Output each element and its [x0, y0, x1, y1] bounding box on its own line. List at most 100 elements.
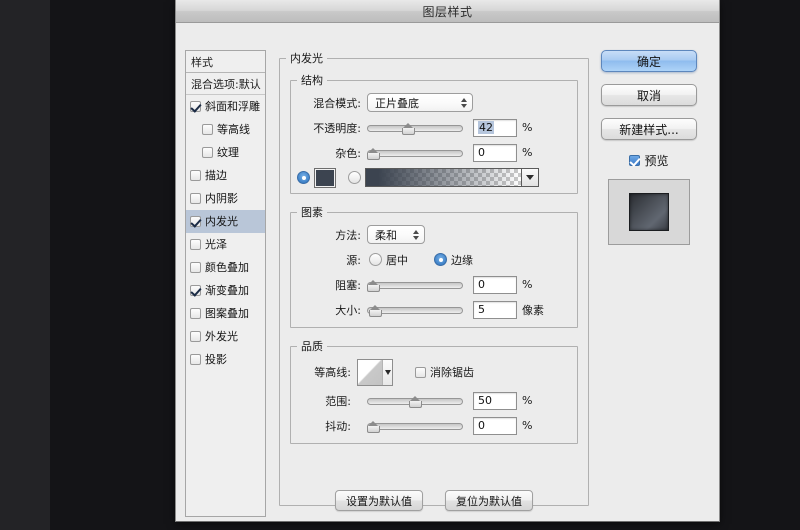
- sidebar-item-6[interactable]: 光泽: [186, 233, 265, 256]
- preview-label: 预览: [644, 154, 669, 168]
- inner-glow-panel: 内发光 结构 混合模式: 正片叠底 不透明度: 42 % 杂色: 0 % 图素 …: [279, 50, 589, 517]
- opacity-input[interactable]: 42: [473, 118, 517, 137]
- opacity-label: 不透明度:: [313, 121, 361, 135]
- desktop-left-strip: [0, 0, 50, 530]
- contour-dropdown-arrow-icon[interactable]: [383, 359, 392, 385]
- jitter-value: 0: [478, 419, 485, 432]
- sidebar-item-checkbox[interactable]: [190, 262, 201, 273]
- opacity-value: 42: [478, 121, 494, 134]
- sidebar-item-3[interactable]: 描边: [186, 164, 265, 187]
- glow-color-swatch[interactable]: [314, 167, 336, 188]
- sidebar-item-1[interactable]: 等高线: [186, 118, 265, 141]
- opacity-slider-thumb[interactable]: [401, 122, 415, 135]
- jitter-slider[interactable]: [367, 418, 463, 434]
- antialias-checkbox[interactable]: [415, 366, 426, 378]
- sidebar-item-label: 光泽: [205, 238, 227, 251]
- structure-legend: 结构: [301, 74, 323, 87]
- noise-slider[interactable]: [367, 145, 463, 161]
- sidebar-item-checkbox[interactable]: [190, 101, 201, 112]
- jitter-label: 抖动:: [325, 419, 351, 433]
- size-unit: 像素: [522, 303, 544, 317]
- noise-input[interactable]: 0: [473, 143, 517, 162]
- sidebar-item-checkbox[interactable]: [202, 147, 213, 158]
- source-edge-option[interactable]: 边缘: [434, 252, 473, 268]
- size-slider[interactable]: [367, 302, 463, 318]
- ok-button[interactable]: 确定: [601, 50, 697, 72]
- sidebar-item-label: 渐变叠加: [205, 284, 249, 297]
- noise-row: 杂色: 0 %: [291, 140, 577, 165]
- sidebar-item-4[interactable]: 内阴影: [186, 187, 265, 210]
- style-preview-swatch: [629, 193, 669, 231]
- stepper-arrows-icon: [413, 229, 419, 240]
- jitter-unit: %: [522, 419, 533, 432]
- cancel-button[interactable]: 取消: [601, 84, 697, 106]
- reset-default-button[interactable]: 复位为默认值: [445, 490, 533, 511]
- sidebar-item-label: 描边: [205, 169, 227, 182]
- structure-group: 结构 混合模式: 正片叠底 不透明度: 42 % 杂色: 0 %: [290, 72, 578, 194]
- range-label: 范围:: [325, 394, 351, 408]
- gradient-picker-arrow-icon[interactable]: [522, 168, 539, 187]
- blend-mode-select[interactable]: 正片叠底: [367, 93, 473, 112]
- range-slider[interactable]: [367, 393, 463, 409]
- jitter-slider-thumb[interactable]: [367, 420, 380, 433]
- source-center-option[interactable]: 居中: [369, 252, 408, 268]
- range-row: 范围: 50 %: [291, 388, 577, 413]
- sidebar-item-5[interactable]: 内发光: [186, 210, 265, 233]
- sidebar-item-blending-options[interactable]: 混合选项:默认: [186, 73, 265, 95]
- choke-slider[interactable]: [367, 277, 463, 293]
- range-slider-thumb[interactable]: [408, 395, 422, 408]
- choke-slider-track: [367, 281, 463, 289]
- sidebar-item-11[interactable]: 投影: [186, 348, 265, 371]
- technique-row: 方法: 柔和: [291, 222, 577, 247]
- noise-label: 杂色:: [335, 146, 361, 160]
- noise-slider-thumb[interactable]: [367, 147, 380, 160]
- choke-slider-thumb[interactable]: [367, 279, 380, 292]
- new-style-button[interactable]: 新建样式...: [601, 118, 697, 140]
- glow-color-radio[interactable]: [297, 171, 310, 184]
- sidebar-item-0[interactable]: 斜面和浮雕: [186, 95, 265, 118]
- screen: 图层样式 样式 混合选项:默认 斜面和浮雕 等高线 纹理 描边 内阴影 内发光 光泽 颜色叠加…: [0, 0, 800, 530]
- sidebar-item-checkbox[interactable]: [190, 285, 201, 296]
- sidebar-item-checkbox[interactable]: [190, 216, 201, 227]
- sidebar-item-checkbox[interactable]: [190, 170, 201, 181]
- preview-checkbox[interactable]: [629, 155, 641, 166]
- range-input[interactable]: 50: [473, 391, 517, 410]
- contour-picker[interactable]: [357, 358, 393, 386]
- size-slider-thumb[interactable]: [368, 304, 382, 317]
- source-center-label: 居中: [386, 253, 408, 267]
- inner-glow-content: 结构 混合模式: 正片叠底 不透明度: 42 % 杂色: 0 % 图素 方法: …: [280, 66, 588, 511]
- sidebar-item-7[interactable]: 颜色叠加: [186, 256, 265, 279]
- opacity-slider-track: [367, 124, 463, 132]
- sidebar-item-10[interactable]: 外发光: [186, 325, 265, 348]
- jitter-input[interactable]: 0: [473, 416, 517, 435]
- sidebar-item-9[interactable]: 图案叠加: [186, 302, 265, 325]
- dialog-titlebar[interactable]: 图层样式: [176, 0, 719, 23]
- source-center-radio[interactable]: [369, 253, 382, 266]
- source-edge-radio[interactable]: [434, 253, 447, 266]
- size-input[interactable]: 5: [473, 300, 517, 319]
- glow-gradient-radio[interactable]: [348, 171, 361, 184]
- sidebar-item-checkbox[interactable]: [190, 239, 201, 250]
- sidebar-item-2[interactable]: 纹理: [186, 141, 265, 164]
- sidebar-item-8[interactable]: 渐变叠加: [186, 279, 265, 302]
- sidebar-item-checkbox[interactable]: [190, 354, 201, 365]
- sidebar-item-checkbox[interactable]: [190, 308, 201, 319]
- sidebar-item-checkbox[interactable]: [190, 193, 201, 204]
- dialog-actions: 确定 取消 新建样式... 预览: [601, 50, 711, 245]
- technique-label: 方法:: [335, 228, 361, 242]
- technique-select[interactable]: 柔和: [367, 225, 425, 244]
- sidebar-item-checkbox[interactable]: [190, 331, 201, 342]
- antialias-option[interactable]: 消除锯齿: [415, 364, 474, 380]
- glow-gradient-preview[interactable]: [365, 168, 522, 187]
- opacity-slider[interactable]: [367, 120, 463, 136]
- make-default-button[interactable]: 设置为默认值: [335, 490, 423, 511]
- jitter-row: 抖动: 0 %: [291, 413, 577, 438]
- choke-input[interactable]: 0: [473, 275, 517, 294]
- sidebar-item-label: 等高线: [217, 123, 250, 136]
- preview-option[interactable]: 预览: [601, 152, 697, 169]
- inner-glow-group: 内发光 结构 混合模式: 正片叠底 不透明度: 42 % 杂色: 0 % 图素 …: [279, 50, 589, 511]
- sidebar-item-label: 内阴影: [205, 192, 238, 205]
- inner-glow-legend: 内发光: [290, 52, 323, 65]
- sidebar-item-checkbox[interactable]: [202, 124, 213, 135]
- blend-mode-label: 混合模式:: [313, 96, 361, 110]
